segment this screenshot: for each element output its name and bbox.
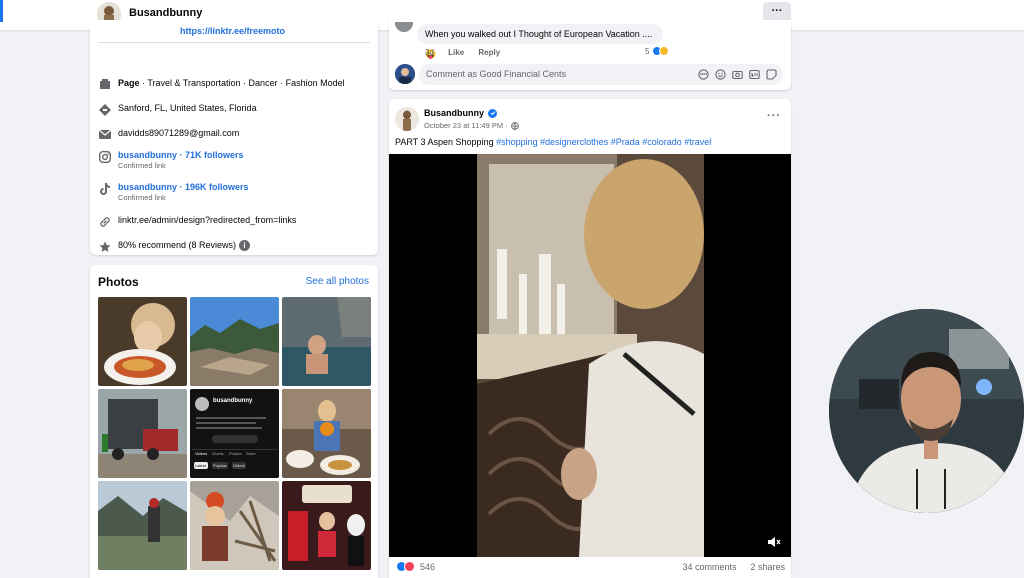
category-text: · Travel & Transportation · Dancer · Fas… bbox=[139, 78, 345, 88]
shares-count-link[interactable]: 2 shares bbox=[750, 562, 785, 572]
tiktok-link[interactable]: busandbunny · 196K followers bbox=[118, 182, 249, 192]
like-comment-link[interactable]: Like bbox=[448, 48, 464, 57]
profile-screenshot-tab: Shorts bbox=[212, 451, 224, 456]
profile-screenshot-chip: Oldest bbox=[233, 463, 245, 468]
instagram-link[interactable]: busandbunny · 71K followers bbox=[118, 150, 244, 160]
category-prefix: Page bbox=[118, 78, 140, 88]
comment-bubble: When you walked out I Thought of Europea… bbox=[417, 24, 663, 59]
comment-input-tools bbox=[692, 68, 777, 80]
post-timestamp: October 23 at 11:49 PM · bbox=[424, 121, 519, 130]
hashtag-link[interactable]: #Prada bbox=[611, 137, 640, 147]
email-text[interactable]: davidds89071289@gmail.com bbox=[118, 127, 239, 139]
photo-thumbnail[interactable] bbox=[282, 297, 371, 386]
comments-count-link[interactable]: 34 comments bbox=[682, 562, 736, 572]
page-icon bbox=[98, 78, 111, 91]
photo-thumbnail[interactable] bbox=[282, 481, 371, 570]
webcam-overlay bbox=[829, 309, 1024, 513]
photo-thumbnail[interactable] bbox=[282, 389, 371, 478]
page-name[interactable]: Busandbunny bbox=[129, 7, 202, 19]
camera-icon[interactable] bbox=[731, 68, 743, 80]
recommend-text: 80% recommend (8 Reviews) bbox=[118, 240, 237, 250]
profile-screenshot-chip: Latest bbox=[195, 463, 206, 468]
post-card: Busandbunny October 23 at 11:49 PM · ···… bbox=[389, 99, 791, 578]
instagram-confirmed: Confirmed link bbox=[118, 161, 166, 170]
intro-link[interactable]: https://linktr.ee/freemoto bbox=[180, 26, 285, 36]
mute-icon[interactable] bbox=[767, 535, 781, 549]
tiktok-row: busandbunny · 196K followers Confirmed l… bbox=[98, 181, 249, 203]
link-icon bbox=[98, 215, 111, 228]
photo-thumbnail[interactable] bbox=[98, 297, 187, 386]
hashtag-link[interactable]: #travel bbox=[684, 137, 711, 147]
reply-comment-link[interactable]: Reply bbox=[478, 48, 500, 57]
intro-card: https://linktr.ee/freemoto Page · Travel… bbox=[90, 20, 378, 255]
post-reactions[interactable]: 546 bbox=[395, 561, 435, 572]
current-user-avatar[interactable] bbox=[395, 64, 415, 84]
comment-meta: 3d Like Reply bbox=[425, 48, 512, 57]
post-caption-text: PART 3 Aspen Shopping bbox=[395, 137, 497, 147]
post-author: Busandbunny bbox=[424, 108, 497, 118]
location-text: Sanford, FL, United States, Florida bbox=[118, 103, 257, 113]
avatar-sticker-icon[interactable] bbox=[697, 68, 709, 80]
photo-thumbnail[interactable] bbox=[98, 389, 187, 478]
photo-thumbnail-profile-screenshot[interactable]: busandbunny Videos Shorts Photos Store L… bbox=[190, 389, 279, 478]
divider bbox=[98, 42, 370, 43]
see-all-photos-link[interactable]: See all photos bbox=[306, 276, 369, 287]
comment-reaction-count: 5 bbox=[645, 46, 650, 56]
globe-icon bbox=[510, 121, 519, 130]
website-link[interactable]: linktr.ee/admin/design?redirected_from=l… bbox=[118, 214, 296, 226]
comment-age: 3d bbox=[425, 48, 434, 57]
sticker-icon[interactable] bbox=[765, 68, 777, 80]
emoji-icon[interactable] bbox=[714, 68, 726, 80]
star-icon bbox=[98, 240, 111, 253]
post-date-text[interactable]: October 23 at 11:49 PM · bbox=[424, 121, 508, 130]
verified-badge-icon bbox=[488, 108, 497, 118]
comment-reactions[interactable]: 5 bbox=[645, 46, 670, 56]
email-icon bbox=[98, 128, 111, 141]
profile-screenshot-chip: Popular bbox=[213, 463, 227, 468]
photos-title: Photos bbox=[98, 275, 139, 289]
website-row: linktr.ee/admin/design?redirected_from=l… bbox=[98, 214, 296, 228]
photo-thumbnail[interactable] bbox=[190, 297, 279, 386]
post-author-avatar[interactable] bbox=[395, 107, 419, 131]
profile-screenshot-tab: Videos bbox=[195, 451, 208, 456]
recommend-row: 80% recommend (8 Reviews) i bbox=[98, 239, 251, 253]
post-video[interactable] bbox=[389, 154, 791, 557]
photo-grid: busandbunny Videos Shorts Photos Store L… bbox=[98, 297, 371, 570]
post-options-button[interactable]: ··· bbox=[767, 110, 781, 122]
tiktok-confirmed: Confirmed link bbox=[118, 193, 166, 202]
profile-screenshot-tab: Photos bbox=[229, 451, 242, 456]
active-tab-indicator bbox=[0, 0, 3, 22]
email-row: davidds89071289@gmail.com bbox=[98, 127, 239, 141]
instagram-row: busandbunny · 71K followers Confirmed li… bbox=[98, 149, 244, 171]
post-caption: PART 3 Aspen Shopping #shopping #designe… bbox=[395, 137, 711, 147]
post-author-name[interactable]: Busandbunny bbox=[424, 108, 484, 118]
gif-icon[interactable] bbox=[748, 68, 760, 80]
photo-thumbnail[interactable] bbox=[190, 481, 279, 570]
location-icon bbox=[98, 103, 111, 116]
instagram-icon bbox=[98, 150, 111, 163]
post-reaction-count: 546 bbox=[420, 561, 436, 572]
category-row: Page · Travel & Transportation · Dancer … bbox=[98, 77, 345, 91]
love-reaction-icon bbox=[404, 561, 415, 572]
photo-thumbnail[interactable] bbox=[98, 481, 187, 570]
profile-screenshot-name: busandbunny bbox=[213, 398, 253, 404]
commenter-avatar[interactable] bbox=[395, 22, 413, 32]
photos-card: Photos See all photos busandbunny Videos… bbox=[90, 265, 378, 578]
comment-input[interactable]: Comment as Good Financial Cents bbox=[419, 64, 783, 85]
comment-input-placeholder: Comment as Good Financial Cents bbox=[426, 69, 567, 79]
hashtag-link[interactable]: #shopping bbox=[496, 137, 538, 147]
profile-screenshot-tab: Store bbox=[246, 451, 256, 456]
info-icon[interactable]: i bbox=[239, 240, 251, 252]
post-engagement-bar: 546 34 comments 2 shares bbox=[395, 561, 785, 572]
hashtag-link[interactable]: #designerclothes bbox=[540, 137, 608, 147]
comment-section: When you walked out I Thought of Europea… bbox=[389, 20, 791, 90]
tiktok-icon bbox=[98, 182, 111, 195]
location-row: Sanford, FL, United States, Florida bbox=[98, 102, 257, 116]
laugh-reaction-icon bbox=[659, 46, 670, 56]
hashtag-link[interactable]: #colorado bbox=[642, 137, 682, 147]
